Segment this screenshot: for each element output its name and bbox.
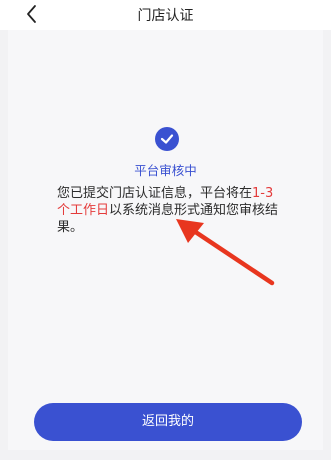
store-certification-page: 门店认证 平台审核中 您已提交门店认证信息，平台将在1-3个工作日以系统消息形式… [0, 0, 331, 460]
status-title: 平台审核中 [134, 163, 197, 178]
page-title: 门店认证 [137, 8, 194, 24]
red-arrow-icon [170, 215, 280, 294]
back-to-mine-button[interactable]: 返回我的 [34, 403, 302, 441]
top-bar: 门店认证 [0, 0, 331, 30]
description-prefix: 您已提交门店认证信息，平台将在 [57, 186, 253, 201]
check-circle-icon [155, 127, 179, 151]
